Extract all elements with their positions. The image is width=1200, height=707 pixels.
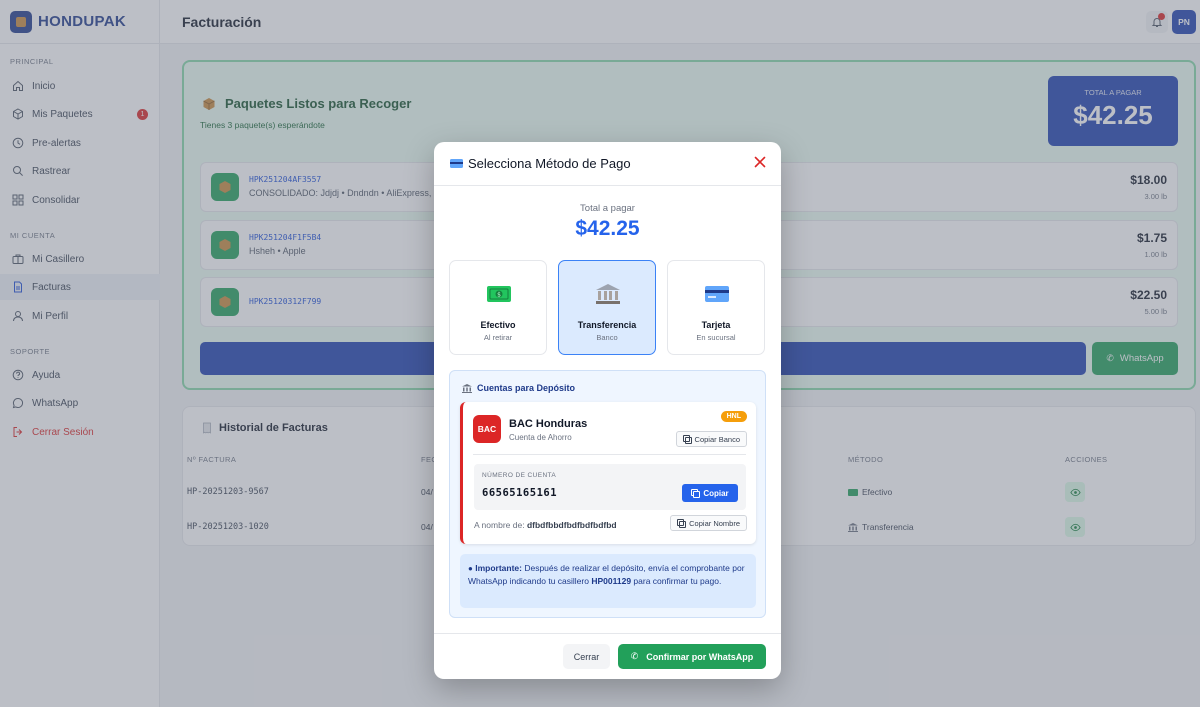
payment-option-sub: En sucursal bbox=[696, 333, 736, 342]
close-icon[interactable] bbox=[753, 155, 767, 169]
copy-name-button[interactable]: Copiar Nombre bbox=[670, 515, 747, 531]
payment-option-label: Tarjeta bbox=[701, 320, 731, 330]
bank-icon bbox=[596, 284, 620, 304]
phone-icon: ✆ bbox=[630, 651, 639, 661]
copy-icon bbox=[691, 489, 701, 498]
copy-icon bbox=[682, 435, 692, 444]
info-icon: ● bbox=[468, 564, 473, 573]
cash-icon: $ bbox=[487, 286, 511, 302]
deposit-title: Cuentas para Depósito bbox=[462, 383, 575, 393]
bank-card: BAC BAC Honduras Cuenta de Ahorro HNL Co… bbox=[460, 402, 756, 544]
modal-total-value: $42.25 bbox=[575, 217, 640, 240]
divider bbox=[473, 454, 746, 455]
account-holder-name: dfbdfbbdfbdfbdfbdfbd bbox=[526, 520, 617, 530]
account-number-box: NÚMERO DE CUENTA 66565165161 Copiar bbox=[474, 464, 746, 510]
bank-logo: BAC bbox=[473, 415, 501, 443]
modal-title: Selecciona Método de Pago bbox=[468, 156, 631, 171]
close-button[interactable]: Cerrar bbox=[563, 644, 610, 669]
copy-bank-button[interactable]: Copiar Banco bbox=[675, 431, 747, 447]
account-holder: A nombre de: dfbdfbbdfbdfbdfbdfbd bbox=[474, 520, 617, 530]
bank-name: BAC Honduras bbox=[509, 418, 588, 430]
locker-code: HP001129 bbox=[591, 576, 632, 586]
payment-option-efectivo[interactable]: $ Efectivo Al retirar bbox=[449, 260, 547, 355]
svg-text:$: $ bbox=[497, 292, 501, 299]
credit-card-icon bbox=[450, 159, 463, 168]
bank-icon bbox=[462, 383, 472, 393]
payment-option-sub: Al retirar bbox=[483, 333, 513, 342]
payment-option-transferencia[interactable]: Transferencia Banco bbox=[558, 260, 656, 355]
payment-method-modal: Selecciona Método de Pago Total a pagar … bbox=[434, 142, 781, 679]
copy-account-button[interactable]: Copiar bbox=[682, 484, 738, 502]
currency-badge: HNL bbox=[720, 411, 747, 422]
deposit-accounts: Cuentas para Depósito BAC BAC Honduras C… bbox=[449, 370, 766, 618]
account-number: 66565165161 bbox=[482, 487, 558, 499]
important-note: ● Importante: Después de realizar el dep… bbox=[460, 554, 756, 608]
modal-footer-divider bbox=[434, 633, 781, 634]
confirm-whatsapp-button[interactable]: ✆ Confirmar por WhatsApp bbox=[618, 644, 766, 669]
account-type: Cuenta de Ahorro bbox=[509, 433, 572, 442]
credit-card-icon bbox=[705, 286, 729, 302]
payment-option-label: Efectivo bbox=[480, 320, 516, 330]
payment-option-sub: Banco bbox=[596, 333, 618, 342]
copy-icon bbox=[677, 519, 687, 528]
modal-header: Selecciona Método de Pago bbox=[434, 142, 781, 186]
payment-option-label: Transferencia bbox=[577, 320, 637, 330]
modal-total-label: Total a pagar bbox=[580, 203, 635, 214]
payment-option-tarjeta[interactable]: Tarjeta En sucursal bbox=[667, 260, 765, 355]
account-number-label: NÚMERO DE CUENTA bbox=[482, 472, 557, 479]
